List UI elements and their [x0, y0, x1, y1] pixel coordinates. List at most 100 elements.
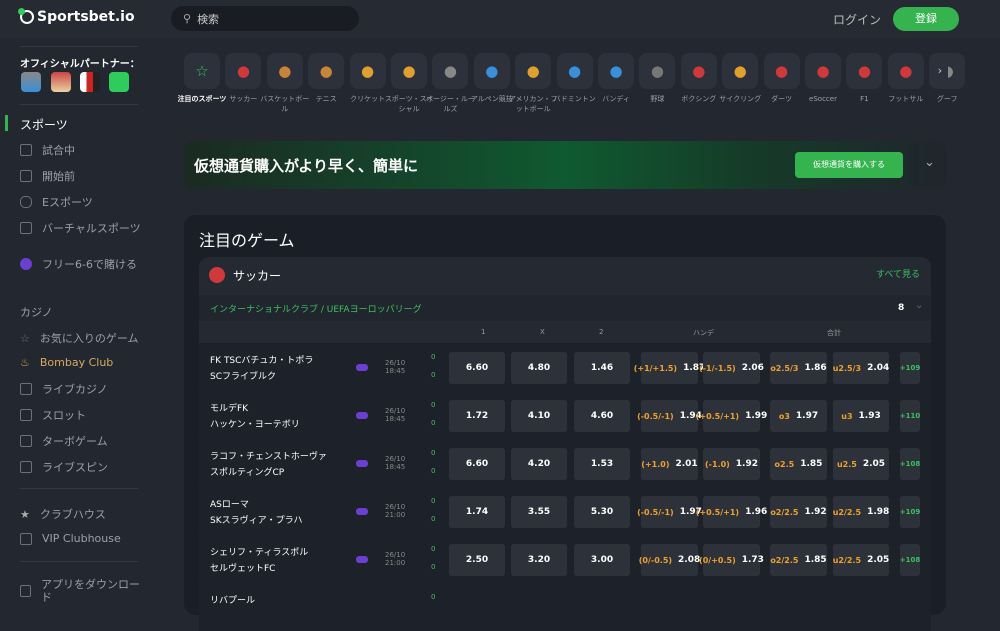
- sidebar-casino-heading[interactable]: カジノ: [20, 304, 53, 320]
- slots-icon: [20, 409, 32, 421]
- odds-1[interactable]: 6.60: [449, 448, 505, 480]
- sidebar-item-virtual[interactable]: バーチャルスポーツ: [20, 220, 141, 236]
- league-region[interactable]: インターナショナルクラブ: [210, 305, 318, 315]
- odds-2[interactable]: 5.30: [574, 496, 630, 528]
- sidebar-item-live-casino[interactable]: ライブカジノ: [20, 381, 108, 397]
- sport-tab-13[interactable]: ● サイクリング: [719, 53, 761, 104]
- handicap-away[interactable]: (-1/-1.5) 2.06: [699, 352, 764, 384]
- login-link[interactable]: ログイン: [833, 11, 881, 28]
- odds: 1.97: [795, 411, 819, 421]
- see-all-link[interactable]: すべて見る: [876, 267, 920, 280]
- sport-tab-10[interactable]: ● バンディ: [598, 53, 634, 104]
- futsal-icon: ●: [887, 53, 924, 89]
- odds-1[interactable]: 2.50: [449, 544, 505, 576]
- handicap-away[interactable]: (+0.5/+1) 1.96: [696, 496, 767, 528]
- sport-tab-5[interactable]: ● スポーツ・スペシャル: [385, 53, 433, 114]
- sport-tab-6[interactable]: ● オージー・ルールズ: [426, 53, 475, 114]
- total-under[interactable]: u2/2.5 1.98: [833, 496, 889, 528]
- total-under[interactable]: u2.5/3 2.04: [833, 352, 889, 384]
- sport-tab-0[interactable]: ☆ 注目のスポーツ: [178, 53, 226, 104]
- match-row[interactable]: FK TSCバチュカ・トポラ SCフライブルク 26/10 18:45 0 0 6.…: [199, 343, 931, 391]
- more-markets-button[interactable]: +110: [900, 400, 920, 432]
- buy-crypto-button[interactable]: 仮想通貨を購入する: [795, 152, 903, 178]
- sport-tab-9[interactable]: ● バドミントン: [553, 53, 596, 104]
- odds-2[interactable]: 1.53: [574, 448, 630, 480]
- handicap-home[interactable]: (-0.5/-1) 1.97: [637, 496, 702, 528]
- sport-tab-17[interactable]: ● フットサル: [887, 53, 924, 104]
- logo[interactable]: Sportsbet.io: [18, 8, 135, 25]
- handicap-away[interactable]: (0/+0.5) 1.73: [699, 544, 764, 576]
- more-markets-button[interactable]: +108: [900, 544, 920, 576]
- odds-2[interactable]: 1.46: [574, 352, 630, 384]
- odds: 1.92: [735, 459, 759, 469]
- total-over[interactable]: o2.5 1.85: [770, 448, 827, 480]
- sidebar-item-esports[interactable]: Eスポーツ: [20, 194, 93, 210]
- sport-tab-8[interactable]: ● アメリカン・フットボール: [509, 53, 558, 114]
- handicap-away[interactable]: (-1.0) 1.92: [703, 448, 760, 480]
- chevron-down-icon[interactable]: ⌄: [924, 155, 935, 170]
- match-row[interactable]: シェリフ・ティラスポル セルヴェットFC 26/10 21:00 0 0 2.50 3…: [199, 535, 931, 583]
- handicap-home[interactable]: (0/-0.5) 2.08: [639, 544, 700, 576]
- sidebar-item-app[interactable]: アプリをダウンロード: [20, 578, 140, 604]
- sidebar-item-promo[interactable]: フリー6-6で賭ける: [20, 256, 137, 272]
- register-button[interactable]: 登録: [893, 7, 959, 31]
- sidebar-item-favorites[interactable]: ☆ お気に入りのゲーム: [20, 330, 139, 346]
- sidebar-item-turbo[interactable]: ターボゲーム: [20, 433, 108, 449]
- sport-tab-2[interactable]: ● バスケットボール: [260, 53, 309, 114]
- stream-badge-icon: [356, 460, 368, 467]
- handicap-home[interactable]: (-0.5/-1) 1.94: [637, 400, 702, 432]
- sidebar-sports-heading[interactable]: スポーツ: [20, 116, 68, 133]
- match-row[interactable]: モルデFK ハッケン・ヨーテボリ 26/10 18:45 0 0 1.72 4.10 4…: [199, 391, 931, 439]
- handicap-home[interactable]: (+1/+1.5) 1.87: [634, 352, 705, 384]
- match-row[interactable]: リバプール 0: [199, 583, 931, 631]
- total-over[interactable]: o3 1.97: [770, 400, 827, 432]
- chevron-right-icon[interactable]: ›: [932, 53, 948, 89]
- handicap-home[interactable]: (+1.0) 2.01: [641, 448, 698, 480]
- sidebar-item-clubhouse[interactable]: ★ クラブハウス: [20, 506, 106, 522]
- odds-1[interactable]: 1.74: [449, 496, 505, 528]
- league-name[interactable]: UEFAヨーロッパリーグ: [327, 305, 422, 315]
- sport-tab-14[interactable]: ● ダーツ: [763, 53, 800, 104]
- darts-icon: ●: [763, 53, 800, 89]
- odds-1[interactable]: 1.72: [449, 400, 505, 432]
- sidebar-item-bombay[interactable]: ♨ Bombay Club: [20, 356, 113, 369]
- sidebar-item-vip[interactable]: VIP Clubhouse: [20, 532, 121, 545]
- sport-tab-4[interactable]: ● クリケット: [349, 53, 386, 104]
- sidebar-item-livespin[interactable]: ライブスピン: [20, 459, 108, 475]
- search-input[interactable]: ⚲ 検索: [171, 6, 359, 31]
- odds-x[interactable]: 4.10: [511, 400, 567, 432]
- match-row[interactable]: ASローマ SKスラヴィア・プラハ 26/10 21:00 0 0 1.74 3.55…: [199, 487, 931, 535]
- odds-x[interactable]: 3.20: [511, 544, 567, 576]
- match-row[interactable]: ラコフ・チェンストホーヴァ スポルティングCP 26/10 18:45 0 0 6.…: [199, 439, 931, 487]
- sport-tab-3[interactable]: ● テニス: [308, 53, 345, 104]
- chevron-down-icon[interactable]: ⌄: [915, 300, 923, 311]
- total-over[interactable]: o2.5/3 1.86: [770, 352, 827, 384]
- label: クラブハウス: [39, 508, 106, 521]
- label: 試合中: [42, 144, 75, 157]
- total-under[interactable]: u3 1.93: [833, 400, 889, 432]
- odds-x[interactable]: 3.55: [511, 496, 567, 528]
- league-breadcrumb[interactable]: インターナショナルクラブ / UEFAヨーロッパリーグ: [210, 302, 422, 315]
- odds-2[interactable]: 4.60: [574, 400, 630, 432]
- more-markets-button[interactable]: +108: [900, 448, 920, 480]
- total-under[interactable]: u2.5 2.05: [833, 448, 889, 480]
- sport-tab-12[interactable]: ● ボクシング: [680, 53, 717, 104]
- total-over[interactable]: o2/2.5 1.85: [770, 544, 827, 576]
- total-over[interactable]: o2/2.5 1.92: [770, 496, 827, 528]
- more-markets-button[interactable]: +109: [900, 496, 920, 528]
- sidebar-item-upcoming[interactable]: 開始前: [20, 168, 75, 184]
- odds-1[interactable]: 6.60: [449, 352, 505, 384]
- more-markets-button[interactable]: +109: [900, 352, 920, 384]
- handicap-away[interactable]: (+0.5/+1) 1.99: [696, 400, 767, 432]
- sidebar-item-live[interactable]: 試合中: [20, 142, 75, 158]
- sidebar-item-slots[interactable]: スロット: [20, 407, 86, 423]
- sport-tab-16[interactable]: ● F1: [846, 53, 883, 104]
- odds-2[interactable]: 3.00: [574, 544, 630, 576]
- odds-x[interactable]: 4.20: [511, 448, 567, 480]
- sport-tab-7[interactable]: ● アルペン競技: [471, 53, 513, 104]
- odds-x[interactable]: 4.80: [511, 352, 567, 384]
- total-under[interactable]: u2/2.5 2.05: [833, 544, 889, 576]
- sport-tab-1[interactable]: ● サッカー: [225, 53, 262, 104]
- sport-tab-15[interactable]: ● eSoccer: [805, 53, 841, 104]
- sport-tab-11[interactable]: ● 野球: [639, 53, 676, 104]
